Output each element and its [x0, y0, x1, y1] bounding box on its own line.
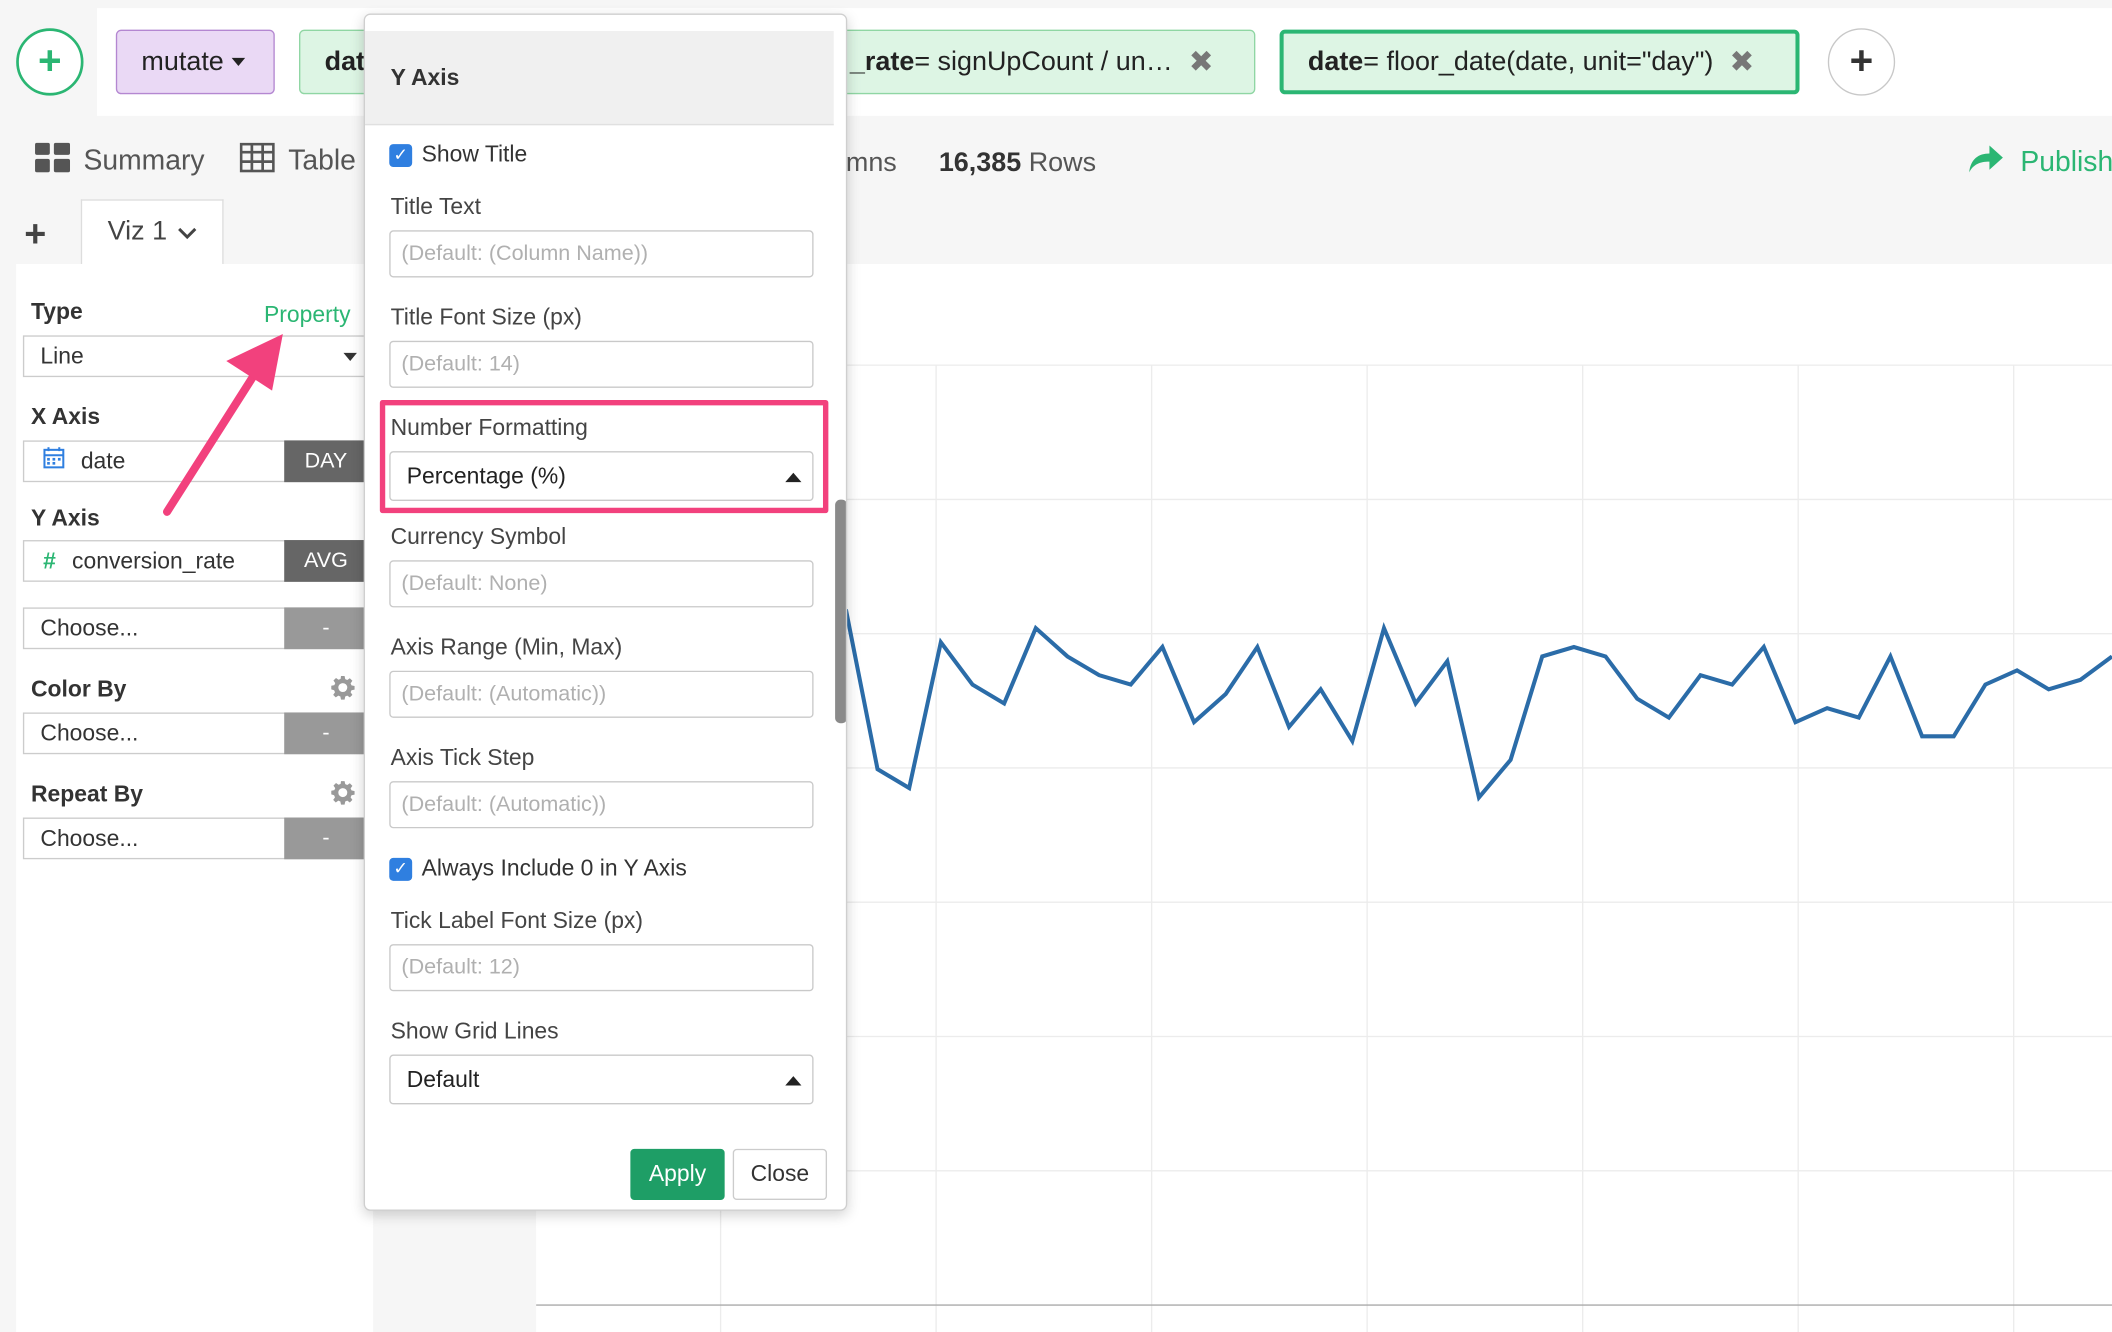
currency-symbol-placeholder: (Default: None) — [401, 571, 548, 595]
step-token-label: dat — [324, 46, 366, 77]
plus-icon: + — [1849, 39, 1874, 84]
color-by-label: Color By — [30, 676, 127, 702]
tick-label-font-size-placeholder: (Default: 12) — [401, 955, 520, 979]
axis-range-label: Axis Range (Min, Max) — [390, 634, 623, 660]
tab-table[interactable]: Table — [239, 142, 356, 181]
viz-tab-label: Viz 1 — [107, 216, 168, 247]
title-text-label: Title Text — [390, 193, 481, 220]
add-step-button[interactable]: + — [16, 28, 84, 96]
apply-button[interactable]: Apply — [630, 1148, 725, 1201]
dialog-title: Y Axis — [365, 30, 834, 126]
chart-type-value: Line — [40, 342, 84, 369]
step-token-expression: = floor_date(date, unit="day") — [1363, 46, 1714, 77]
x-axis-aggregation-tag[interactable]: DAY — [284, 440, 368, 483]
add-token-button[interactable]: + — [1827, 28, 1896, 96]
caret-down-icon — [231, 57, 246, 66]
tab-table-label: Table — [288, 145, 356, 177]
pipeline-step-bar: + mutate dat _rate = signUpCount / un… ✖… — [0, 0, 2112, 130]
title-font-size-placeholder: (Default: 14) — [401, 352, 520, 376]
step-token-expression: = signUpCount / un… — [914, 46, 1173, 77]
title-text-placeholder: (Default: (Column Name)) — [401, 241, 649, 265]
calendar-icon — [43, 447, 65, 475]
repeat-by-field[interactable]: Choose... - — [22, 817, 368, 860]
aggregation-tag-empty[interactable]: - — [284, 712, 368, 755]
tick-label-font-size-label: Tick Label Font Size (px) — [390, 907, 644, 934]
x-axis-field-name: date — [80, 447, 126, 474]
chevron-down-icon — [178, 222, 197, 244]
step-token-conversion-rate[interactable]: _rate = signUpCount / un… ✖ — [808, 29, 1256, 95]
step-token-name: _rate — [849, 46, 915, 77]
currency-symbol-label: Currency Symbol — [390, 523, 567, 550]
aggregation-tag-empty[interactable]: - — [284, 607, 368, 650]
annotation-highlight-box — [379, 400, 829, 514]
type-label: Type — [30, 298, 83, 325]
rows-count: 16,385 Rows — [939, 148, 1096, 179]
caret-up-icon — [785, 1076, 802, 1086]
step-token-name: date — [1307, 46, 1364, 77]
y-axis-field-name: conversion_rate — [72, 547, 235, 574]
remove-step-icon[interactable]: ✖ — [1730, 44, 1755, 79]
viz-tab[interactable]: Viz 1 — [80, 199, 224, 264]
checkmark-icon: ✓ — [389, 143, 413, 167]
aggregation-tag-empty[interactable]: - — [284, 817, 368, 860]
repeat-by-label: Repeat By — [30, 781, 143, 807]
checkmark-icon: ✓ — [389, 857, 413, 881]
currency-symbol-input[interactable]: (Default: None) — [389, 560, 814, 608]
y-axis-label: Y Axis — [30, 505, 100, 531]
conversion-rate-line — [843, 609, 2112, 802]
publish-label: Publish — [2020, 146, 2112, 178]
axis-tick-step-label: Axis Tick Step — [390, 744, 535, 771]
remove-step-icon[interactable]: ✖ — [1189, 44, 1214, 79]
show-grid-lines-value: Default — [406, 1066, 480, 1092]
show-grid-lines-select[interactable]: Default — [389, 1054, 814, 1105]
gear-icon[interactable] — [330, 675, 356, 707]
rows-count-value: 16,385 — [938, 148, 1022, 178]
step-token-date[interactable]: date = floor_date(date, unit="day") ✖ — [1279, 29, 1800, 95]
rows-count-label: Rows — [1021, 148, 1097, 178]
title-font-size-label: Title Font Size (px) — [390, 304, 582, 330]
show-grid-lines-label: Show Grid Lines — [390, 1018, 559, 1044]
y-axis-property-dialog: Y Axis ✓ Show Title Title Text (Default:… — [363, 13, 848, 1211]
axis-tick-step-placeholder: (Default: (Automatic)) — [401, 792, 607, 816]
axis-tick-step-input[interactable]: (Default: (Automatic)) — [389, 781, 814, 829]
tick-label-font-size-input[interactable]: (Default: 12) — [389, 944, 814, 992]
always-include-zero-checkbox[interactable]: ✓ Always Include 0 in Y Axis — [389, 855, 687, 882]
dialog-scrollbar-thumb[interactable] — [835, 499, 846, 724]
tab-summary-label: Summary — [83, 145, 205, 177]
show-title-label: Show Title — [421, 141, 528, 168]
show-title-checkbox[interactable]: ✓ Show Title — [389, 141, 527, 168]
color-by-field[interactable]: Choose... - — [22, 712, 368, 755]
mutate-step-label: mutate — [141, 46, 224, 77]
y-axis-aggregation-tag[interactable]: AVG — [284, 540, 368, 582]
gear-icon[interactable] — [330, 780, 356, 812]
x-axis-label: X Axis — [30, 404, 101, 430]
columns-count-fragment: mns — [845, 148, 897, 178]
axis-range-input[interactable]: (Default: (Automatic)) — [389, 670, 814, 718]
always-include-zero-label: Always Include 0 in Y Axis — [421, 855, 687, 881]
plus-icon: + — [38, 39, 62, 84]
close-button[interactable]: Close — [732, 1148, 828, 1201]
annotation-arrow — [162, 334, 283, 516]
mutate-step-menu[interactable]: mutate — [115, 29, 275, 95]
axis-range-placeholder: (Default: (Automatic)) — [401, 682, 607, 706]
caret-down-icon — [343, 352, 357, 361]
tab-summary[interactable]: Summary — [35, 142, 205, 181]
table-icon — [239, 142, 275, 181]
publish-button[interactable]: Publish — [1967, 143, 2112, 183]
hash-icon: # — [43, 547, 56, 574]
title-text-input[interactable]: (Default: (Column Name)) — [389, 230, 814, 278]
y-axis-field[interactable]: # conversion_rate AVG — [22, 540, 368, 582]
add-viz-button[interactable]: + — [24, 213, 46, 256]
title-font-size-input[interactable]: (Default: 14) — [389, 340, 814, 388]
y-axis-add-field[interactable]: Choose... - — [22, 607, 368, 650]
summary-grid-icon — [35, 142, 71, 181]
share-arrow-icon — [1967, 143, 2005, 183]
